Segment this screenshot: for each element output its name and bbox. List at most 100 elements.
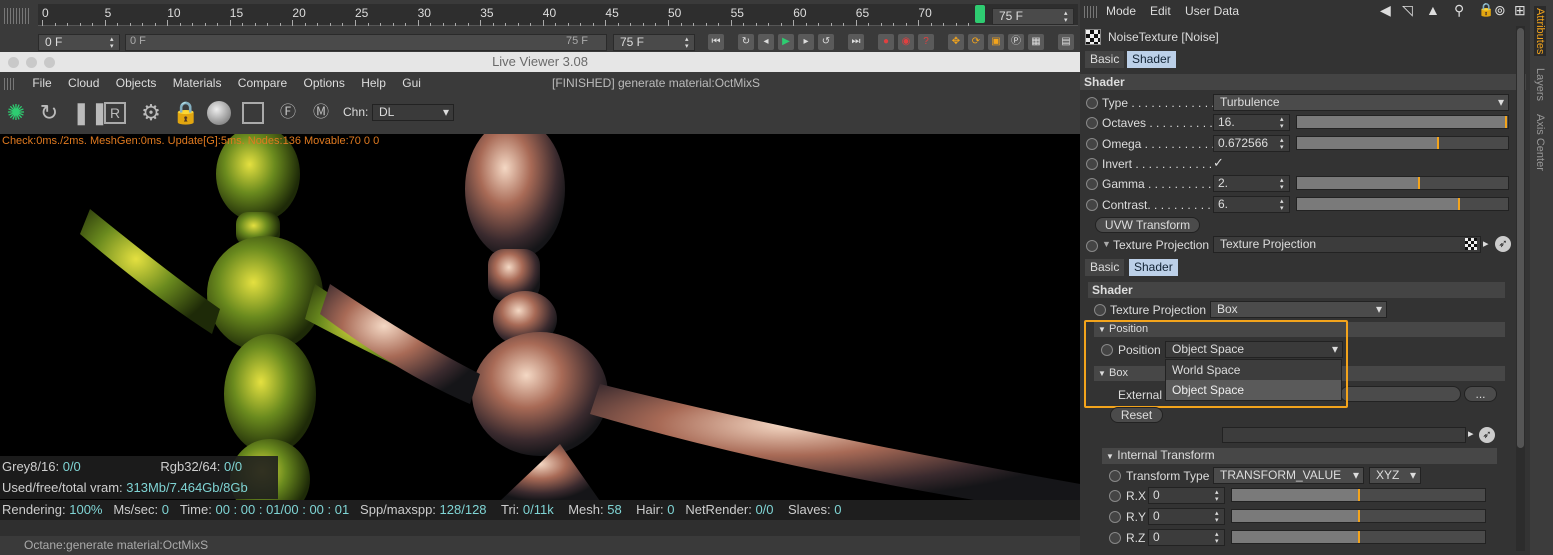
texproj-menu-arrow-icon[interactable]: ▸ (1483, 237, 1489, 250)
minimize-window-button[interactable] (26, 57, 37, 68)
frame-range-slider[interactable]: 0 F 75 F (125, 34, 607, 51)
rz-slider[interactable] (1231, 530, 1486, 544)
external-field[interactable] (1340, 386, 1461, 402)
link-field[interactable] (1222, 427, 1466, 443)
record-icon[interactable]: ● (878, 34, 894, 50)
inner-tab-basic[interactable]: Basic (1085, 259, 1125, 276)
tab-basic[interactable]: Basic (1085, 51, 1125, 68)
menu-materials[interactable]: Materials (173, 72, 222, 94)
gamma-anim-icon[interactable] (1086, 178, 1098, 190)
uvw-transform-button[interactable]: UVW Transform (1095, 217, 1200, 233)
go-to-end-icon[interactable]: ⏭ (848, 34, 864, 50)
next-frame-icon[interactable]: ▸ (798, 34, 814, 50)
menu-help[interactable]: Help (361, 72, 386, 94)
back-arrow-icon[interactable]: ◀ (1380, 2, 1391, 19)
texproj-link-field[interactable]: Texture Projection (1213, 236, 1481, 253)
material-pick-icon[interactable]: Ⓜ (308, 100, 334, 126)
tab-shader[interactable]: Shader (1127, 51, 1176, 68)
max-frame-field[interactable]: 75 F (613, 34, 695, 51)
link-menu-arrow-icon[interactable]: ▸ (1468, 427, 1474, 440)
side-tab-attributes[interactable]: Attributes (1534, 6, 1546, 57)
timeline-ruler[interactable]: 0 5 10 15 20 25 30 35 40 45 50 55 60 65 70 (38, 4, 1078, 26)
gamma-input[interactable]: 2. (1213, 175, 1290, 192)
side-tab-axis-center[interactable]: Axis Center (1534, 114, 1546, 171)
settings-gear-icon[interactable]: ⚙ (138, 100, 164, 126)
type-select[interactable]: Turbulence (1213, 94, 1509, 111)
param-key-icon[interactable]: Ⓟ (1008, 34, 1024, 50)
rx-input[interactable]: 0 (1148, 487, 1225, 504)
menu-compare[interactable]: Compare (238, 72, 287, 94)
external-browse-button[interactable]: ... (1464, 386, 1497, 402)
scale-key-icon[interactable]: ▣ (988, 34, 1004, 50)
new-panel-icon[interactable]: ⊚ (1494, 2, 1506, 19)
menu-edit[interactable]: Edit (1150, 4, 1171, 18)
octaves-input[interactable]: 16. (1213, 114, 1290, 131)
end-frame-field[interactable]: 75 F (992, 8, 1074, 25)
focus-pick-icon[interactable]: Ⓕ (275, 100, 301, 126)
invert-anim-icon[interactable] (1086, 158, 1098, 170)
collapse-arrow-icon[interactable]: ▼ (1102, 239, 1111, 249)
rx-anim-icon[interactable] (1109, 490, 1121, 502)
refresh-icon[interactable]: ↺ (818, 34, 834, 50)
ry-input[interactable]: 0 (1148, 508, 1225, 525)
go-to-start-icon[interactable]: ⏮ (708, 34, 724, 50)
region-render-icon[interactable]: R (104, 102, 126, 124)
prev-frame-icon[interactable]: ◂ (758, 34, 774, 50)
menu-gui[interactable]: Gui (402, 72, 421, 94)
start-frame-field[interactable]: 0 F (38, 34, 120, 51)
option-world-space[interactable]: World Space (1166, 360, 1341, 380)
omega-input[interactable]: 0.672566 (1213, 135, 1290, 152)
scrollbar-thumb[interactable] (1517, 28, 1524, 448)
internal-transform-header[interactable]: ▼ Internal Transform (1102, 448, 1497, 464)
autokey-icon[interactable]: ◉ (898, 34, 914, 50)
lock-icon[interactable]: 🔒 (1478, 2, 1494, 18)
octaves-slider[interactable] (1296, 115, 1509, 129)
restart-render-icon[interactable]: ↻ (36, 100, 62, 126)
menu-mode[interactable]: Mode (1106, 4, 1136, 18)
inner-tab-shader[interactable]: Shader (1129, 259, 1178, 276)
omega-slider[interactable] (1296, 136, 1509, 150)
octaves-anim-icon[interactable] (1086, 117, 1098, 129)
material-preview-icon[interactable] (207, 101, 231, 125)
ry-anim-icon[interactable] (1109, 511, 1121, 523)
lock-icon[interactable]: 🔒 (172, 100, 199, 126)
contrast-anim-icon[interactable] (1086, 199, 1098, 211)
render-viewport[interactable]: Check:0ms./2ms. MeshGen:0ms. Update[G]:5… (0, 134, 1080, 501)
attributes-scrollbar[interactable] (1516, 26, 1525, 551)
option-object-space[interactable]: Object Space (1166, 380, 1341, 400)
channel-select[interactable]: DL (372, 104, 454, 121)
forward-arrow-icon[interactable]: ◹ (1402, 2, 1413, 19)
inner-texproj-select[interactable]: Box (1210, 301, 1387, 318)
menu-file[interactable]: File (32, 72, 51, 94)
inner-texproj-anim-icon[interactable] (1094, 304, 1106, 316)
menu-options[interactable]: Options (304, 72, 345, 94)
menu-cloud[interactable]: Cloud (68, 72, 99, 94)
rotation-order-select[interactable]: XYZ (1369, 467, 1421, 484)
texproj-anim-icon[interactable] (1086, 240, 1098, 252)
move-key-icon[interactable]: ✥ (948, 34, 964, 50)
keyframe-help-icon[interactable]: ? (918, 34, 934, 50)
omega-anim-icon[interactable] (1086, 138, 1098, 150)
pause-render-icon[interactable]: ❚❚ (72, 100, 109, 126)
timeline-playhead[interactable] (975, 5, 985, 23)
reset-button[interactable]: Reset (1110, 407, 1163, 423)
octane-logo-icon[interactable]: ✺ (3, 100, 29, 126)
expand-icon[interactable]: ⊞ (1514, 2, 1526, 19)
transform-type-select[interactable]: TRANSFORM_VALUE (1213, 467, 1364, 484)
contrast-input[interactable]: 6. (1213, 196, 1290, 213)
ry-slider[interactable] (1231, 509, 1486, 523)
search-icon[interactable]: ⚲ (1454, 2, 1464, 19)
pick-session-icon-2[interactable]: ➶ (1479, 427, 1495, 443)
side-tab-layers[interactable]: Layers (1534, 68, 1546, 101)
rotate-key-icon[interactable]: ⟳ (968, 34, 984, 50)
viewport-icon[interactable] (242, 102, 264, 124)
contrast-slider[interactable] (1296, 197, 1509, 211)
close-window-button[interactable] (8, 57, 19, 68)
invert-checkbox[interactable]: ✓ (1213, 155, 1224, 171)
menu-objects[interactable]: Objects (116, 72, 157, 94)
gamma-slider[interactable] (1296, 176, 1509, 190)
loop-icon[interactable]: ↻ (738, 34, 754, 50)
rz-input[interactable]: 0 (1148, 529, 1225, 546)
play-icon[interactable]: ▶ (778, 34, 794, 50)
pick-session-icon[interactable]: ➶ (1495, 236, 1511, 252)
